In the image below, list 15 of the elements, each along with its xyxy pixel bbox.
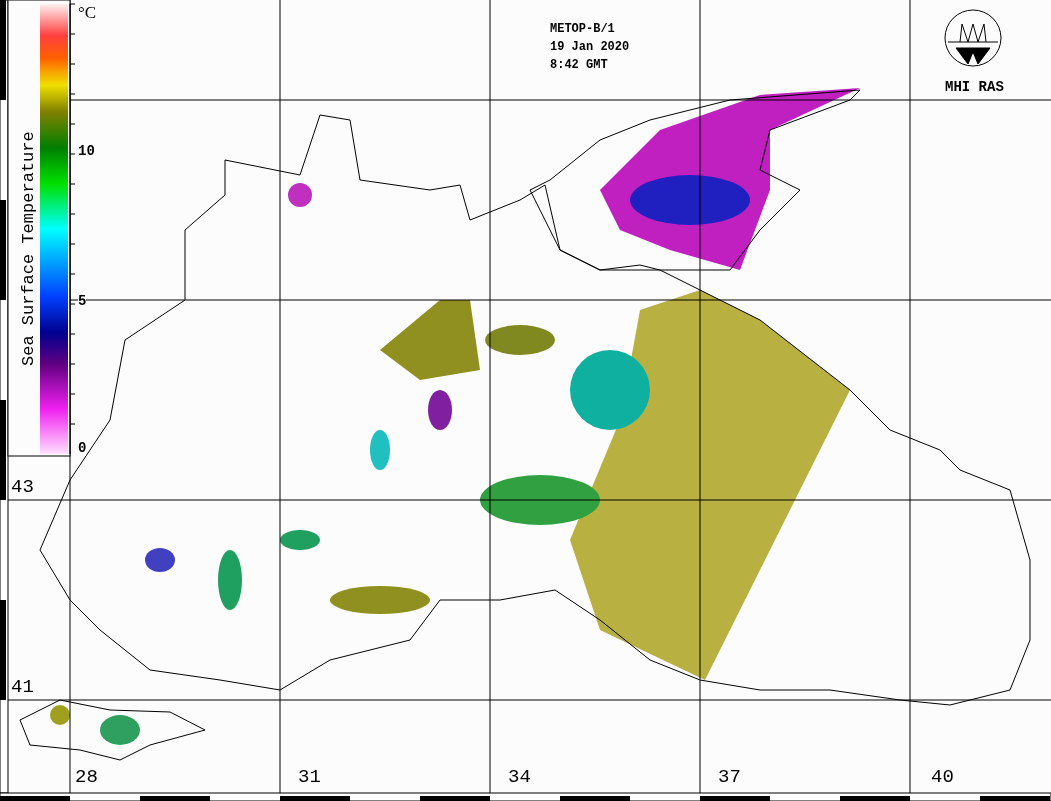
longitude-label: 31 (298, 767, 321, 787)
logo-text: MHI RAS (945, 79, 1004, 95)
unit-label: °C (78, 4, 97, 22)
pass-info-text: METOP-B/1 (550, 22, 616, 36)
longitude-label: 40 (931, 767, 954, 787)
longitude-label: 28 (75, 767, 98, 787)
pass-info-text: 19 Jan 2020 (550, 40, 630, 54)
latitude-label: 43 (11, 477, 34, 497)
pass-info-text: 8:42 GMT (550, 58, 609, 72)
legend-tick-label: 0 (78, 440, 87, 456)
logo-drawing (944, 9, 1002, 67)
legend-title: Sea Surface Temperature (17, 92, 37, 368)
longitude-label: 34 (508, 767, 531, 787)
latitude-label: 41 (11, 677, 34, 697)
longitude-label: 37 (718, 767, 741, 787)
